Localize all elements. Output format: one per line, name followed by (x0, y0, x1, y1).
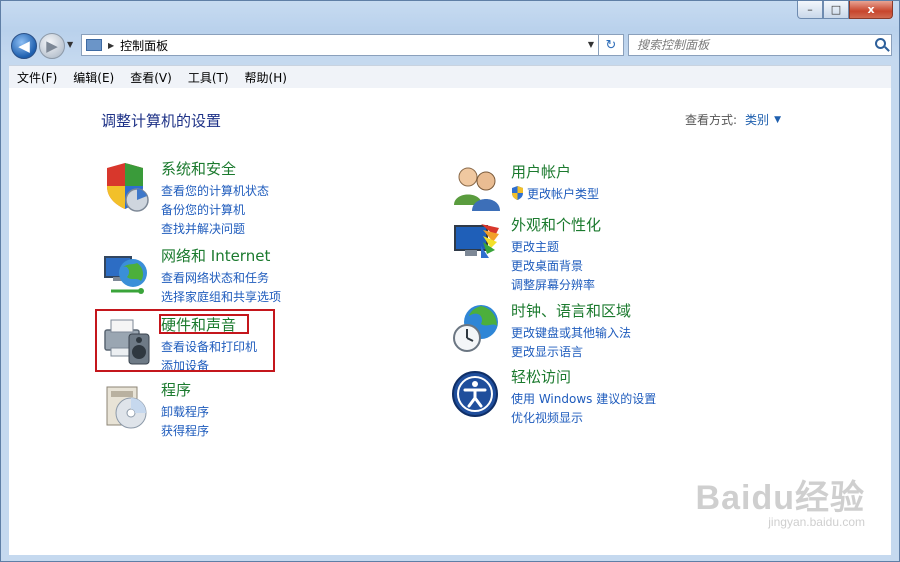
control-panel-window: – □ x ◀ ▶ ▼ ▶ 控制面板 ▼ ↻ 文件(F) 编辑(E) 查看(V)… (0, 0, 900, 562)
category-title[interactable]: 用户帐户 (511, 161, 571, 182)
ease-of-access-icon (452, 371, 498, 417)
category-link[interactable]: 获得程序 (161, 422, 209, 439)
search-input[interactable] (635, 37, 869, 53)
caption-buttons: – □ x (797, 1, 893, 19)
watermark: Baidu经验 jingyan.baidu.com (696, 470, 865, 529)
category-link[interactable]: 调整屏幕分辨率 (511, 276, 595, 293)
search-box[interactable] (628, 34, 892, 56)
forward-arrow-icon[interactable]: ▶ (39, 33, 65, 59)
breadcrumb-chevron-icon[interactable]: ▶ (108, 41, 114, 50)
category-link[interactable]: 使用 Windows 建议的设置 (511, 390, 656, 407)
category-title[interactable]: 网络和 Internet (161, 245, 270, 266)
programs-disc-icon (106, 386, 147, 429)
view-by-label: 查看方式: (685, 113, 738, 127)
clock-globe-icon (453, 305, 498, 352)
close-button[interactable]: x (849, 1, 893, 19)
menu-bar: 文件(F) 编辑(E) 查看(V) 工具(T) 帮助(H) (9, 65, 891, 89)
search-icon[interactable] (875, 38, 886, 49)
shield-icon (107, 163, 149, 212)
menu-tools[interactable]: 工具(T) (180, 69, 237, 86)
view-by-arrow-icon[interactable]: ▼ (774, 115, 781, 125)
menu-view[interactable]: 查看(V) (122, 69, 180, 86)
refresh-button[interactable]: ↻ (598, 34, 624, 56)
address-bar[interactable]: ▶ 控制面板 ▼ (81, 34, 599, 56)
page-title: 调整计算机的设置 (101, 112, 222, 130)
history-dropdown-icon[interactable]: ▼ (67, 40, 73, 49)
category-link[interactable]: 查找并解决问题 (161, 220, 245, 237)
category-link[interactable]: 选择家庭组和共享选项 (161, 288, 281, 305)
address-dropdown-icon[interactable]: ▼ (588, 40, 594, 49)
category-link[interactable]: 更改主题 (511, 238, 559, 255)
navigation-bar: ◀ ▶ ▼ ▶ 控制面板 ▼ ↻ (9, 31, 892, 61)
network-globe-icon (104, 256, 147, 294)
menu-help[interactable]: 帮助(H) (237, 69, 295, 86)
refresh-icon: ↻ (605, 37, 617, 53)
category-link[interactable]: 查看网络状态和任务 (161, 269, 269, 286)
users-icon (454, 167, 500, 211)
watermark-logo: Baidu经验 (695, 479, 865, 517)
menu-file[interactable]: 文件(F) (9, 69, 65, 86)
category-link[interactable]: 更改桌面背景 (511, 257, 583, 274)
uac-shield-icon (512, 186, 523, 200)
category-link[interactable]: 卸载程序 (161, 403, 209, 420)
category-link[interactable]: 备份您的计算机 (161, 201, 245, 218)
maximize-button[interactable]: □ (823, 1, 849, 19)
category-link[interactable]: 更改键盘或其他输入法 (511, 324, 631, 341)
view-by: 查看方式: 类别 ▼ (685, 111, 781, 128)
minimize-button[interactable]: – (797, 1, 823, 19)
monitor-palette-icon (454, 224, 499, 258)
highlight-box-inner (159, 314, 249, 334)
category-title[interactable]: 程序 (161, 379, 191, 400)
category-link[interactable]: 更改显示语言 (511, 343, 583, 360)
content-area: 调整计算机的设置 查看方式: 类别 ▼ 系统和安全 查看您的计算机状态 备份您的… (9, 88, 891, 555)
category-link[interactable]: 更改帐户类型 (527, 185, 599, 202)
category-title[interactable]: 外观和个性化 (511, 214, 601, 235)
menu-edit[interactable]: 编辑(E) (65, 69, 122, 86)
breadcrumb-control-panel[interactable]: 控制面板 (120, 37, 168, 54)
category-title[interactable]: 轻松访问 (511, 366, 571, 387)
category-title[interactable]: 系统和安全 (161, 158, 236, 179)
control-panel-icon (86, 39, 102, 51)
category-title[interactable]: 时钟、语言和区域 (511, 300, 631, 321)
category-link[interactable]: 优化视频显示 (511, 409, 583, 426)
back-arrow-icon[interactable]: ◀ (11, 33, 37, 59)
view-by-dropdown[interactable]: 类别 (745, 111, 769, 128)
category-link[interactable]: 查看您的计算机状态 (161, 182, 269, 199)
